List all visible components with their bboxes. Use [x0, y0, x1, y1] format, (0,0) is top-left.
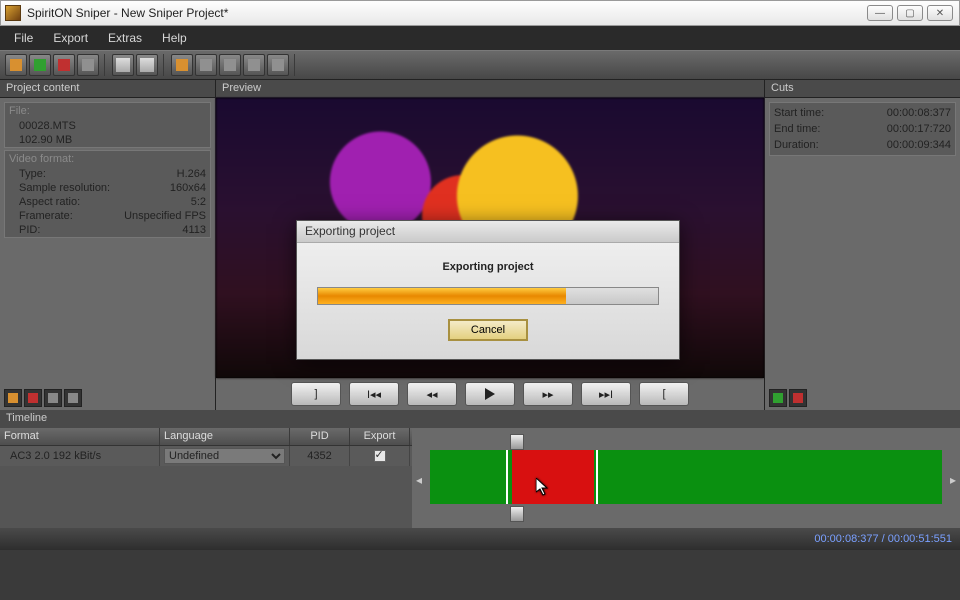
toolbar-btn-2[interactable] — [29, 54, 51, 76]
maximize-button[interactable]: ▢ — [897, 5, 923, 21]
project-tool-2[interactable] — [24, 389, 42, 407]
language-select[interactable]: Undefined — [164, 448, 285, 464]
col-pid[interactable]: PID — [290, 428, 350, 445]
toolbar-btn-11[interactable] — [267, 54, 289, 76]
window-title: SpiritON Sniper - New Sniper Project* — [27, 6, 867, 20]
cuts-panel-title: Cuts — [765, 80, 960, 98]
toolbar-btn-1[interactable] — [5, 54, 27, 76]
close-button[interactable]: ✕ — [927, 5, 953, 21]
track-pid: 4352 — [290, 446, 350, 466]
toolbar-btn-10[interactable] — [243, 54, 265, 76]
col-format[interactable]: Format — [0, 428, 160, 445]
export-dialog: Exporting project Exporting project Canc… — [296, 220, 680, 360]
video-section-label: Video format: — [5, 151, 210, 167]
cut-start-handle[interactable] — [510, 434, 524, 450]
statusbar: 00:00:08:377 / 00:00:51:551 — [0, 528, 960, 550]
playhead-end — [596, 450, 598, 504]
cut-end-handle[interactable] — [510, 506, 524, 522]
playhead-start — [506, 450, 508, 504]
mark-out-button[interactable]: ] — [291, 382, 341, 406]
cancel-button[interactable]: Cancel — [448, 319, 528, 341]
project-panel-title: Project content — [0, 80, 215, 98]
timeline-scroll-right[interactable]: ▸ — [948, 470, 958, 490]
skip-forward-button[interactable]: ▸▸I — [581, 382, 631, 406]
track-row[interactable]: AC3 2.0 192 kBit/s Undefined 4352 — [0, 446, 412, 466]
track-format: AC3 2.0 192 kBit/s — [0, 446, 160, 466]
file-section-label: File: — [5, 103, 210, 119]
minimize-button[interactable]: — — [867, 5, 893, 21]
toolbar-btn-4[interactable] — [77, 54, 99, 76]
progress-bar — [317, 287, 659, 305]
video-format-box: Video format: Type:H.264 Sample resoluti… — [4, 150, 211, 238]
toolbar-btn-3[interactable] — [53, 54, 75, 76]
project-tool-3[interactable] — [44, 389, 62, 407]
dialog-message: Exporting project — [317, 261, 659, 273]
file-info-box: File: 00028.MTS 102.90 MB — [4, 102, 211, 148]
progress-fill — [318, 288, 566, 304]
track-table: Format Language PID Export AC3 2.0 192 k… — [0, 428, 412, 528]
save-button[interactable] — [112, 54, 134, 76]
preview-panel-title: Preview — [216, 80, 764, 98]
save-as-button[interactable] — [136, 54, 158, 76]
rewind-button[interactable]: ◂◂ — [407, 382, 457, 406]
menu-help[interactable]: Help — [152, 28, 197, 48]
titlebar: SpiritON Sniper - New Sniper Project* — … — [0, 0, 960, 26]
play-button[interactable] — [465, 382, 515, 406]
filesize: 102.90 MB — [5, 133, 210, 147]
timeline-scroll-left[interactable]: ◂ — [414, 470, 424, 490]
timeline-cut-region[interactable] — [512, 450, 594, 504]
menu-file[interactable]: File — [4, 28, 43, 48]
menu-export[interactable]: Export — [43, 28, 98, 48]
cuts-tool-add[interactable] — [769, 389, 787, 407]
filename: 00028.MTS — [5, 119, 210, 133]
menubar: File Export Extras Help — [0, 26, 960, 50]
menu-extras[interactable]: Extras — [98, 28, 152, 48]
toolbar — [0, 50, 960, 80]
mark-in-button[interactable]: [ — [639, 382, 689, 406]
export-checkbox[interactable] — [374, 450, 386, 462]
toolbar-btn-8[interactable] — [195, 54, 217, 76]
timeline-track[interactable]: ◂ ▸ — [412, 428, 960, 528]
toolbar-btn-9[interactable] — [219, 54, 241, 76]
project-tool-4[interactable] — [64, 389, 82, 407]
app-icon — [5, 5, 21, 21]
cuts-tool-remove[interactable] — [789, 389, 807, 407]
forward-button[interactable]: ▸▸ — [523, 382, 573, 406]
dialog-title: Exporting project — [297, 221, 679, 243]
status-time: 00:00:08:377 / 00:00:51:551 — [814, 533, 952, 545]
col-export[interactable]: Export — [350, 428, 410, 445]
col-language[interactable]: Language — [160, 428, 290, 445]
skip-back-button[interactable]: I◂◂ — [349, 382, 399, 406]
toolbar-btn-7[interactable] — [171, 54, 193, 76]
transport-bar: ] I◂◂ ◂◂ ▸▸ ▸▸I [ — [216, 378, 764, 410]
cuts-info: Start time:00:00:08:377 End time:00:00:1… — [769, 102, 956, 156]
project-tool-1[interactable] — [4, 389, 22, 407]
timeline-title: Timeline — [0, 410, 960, 428]
